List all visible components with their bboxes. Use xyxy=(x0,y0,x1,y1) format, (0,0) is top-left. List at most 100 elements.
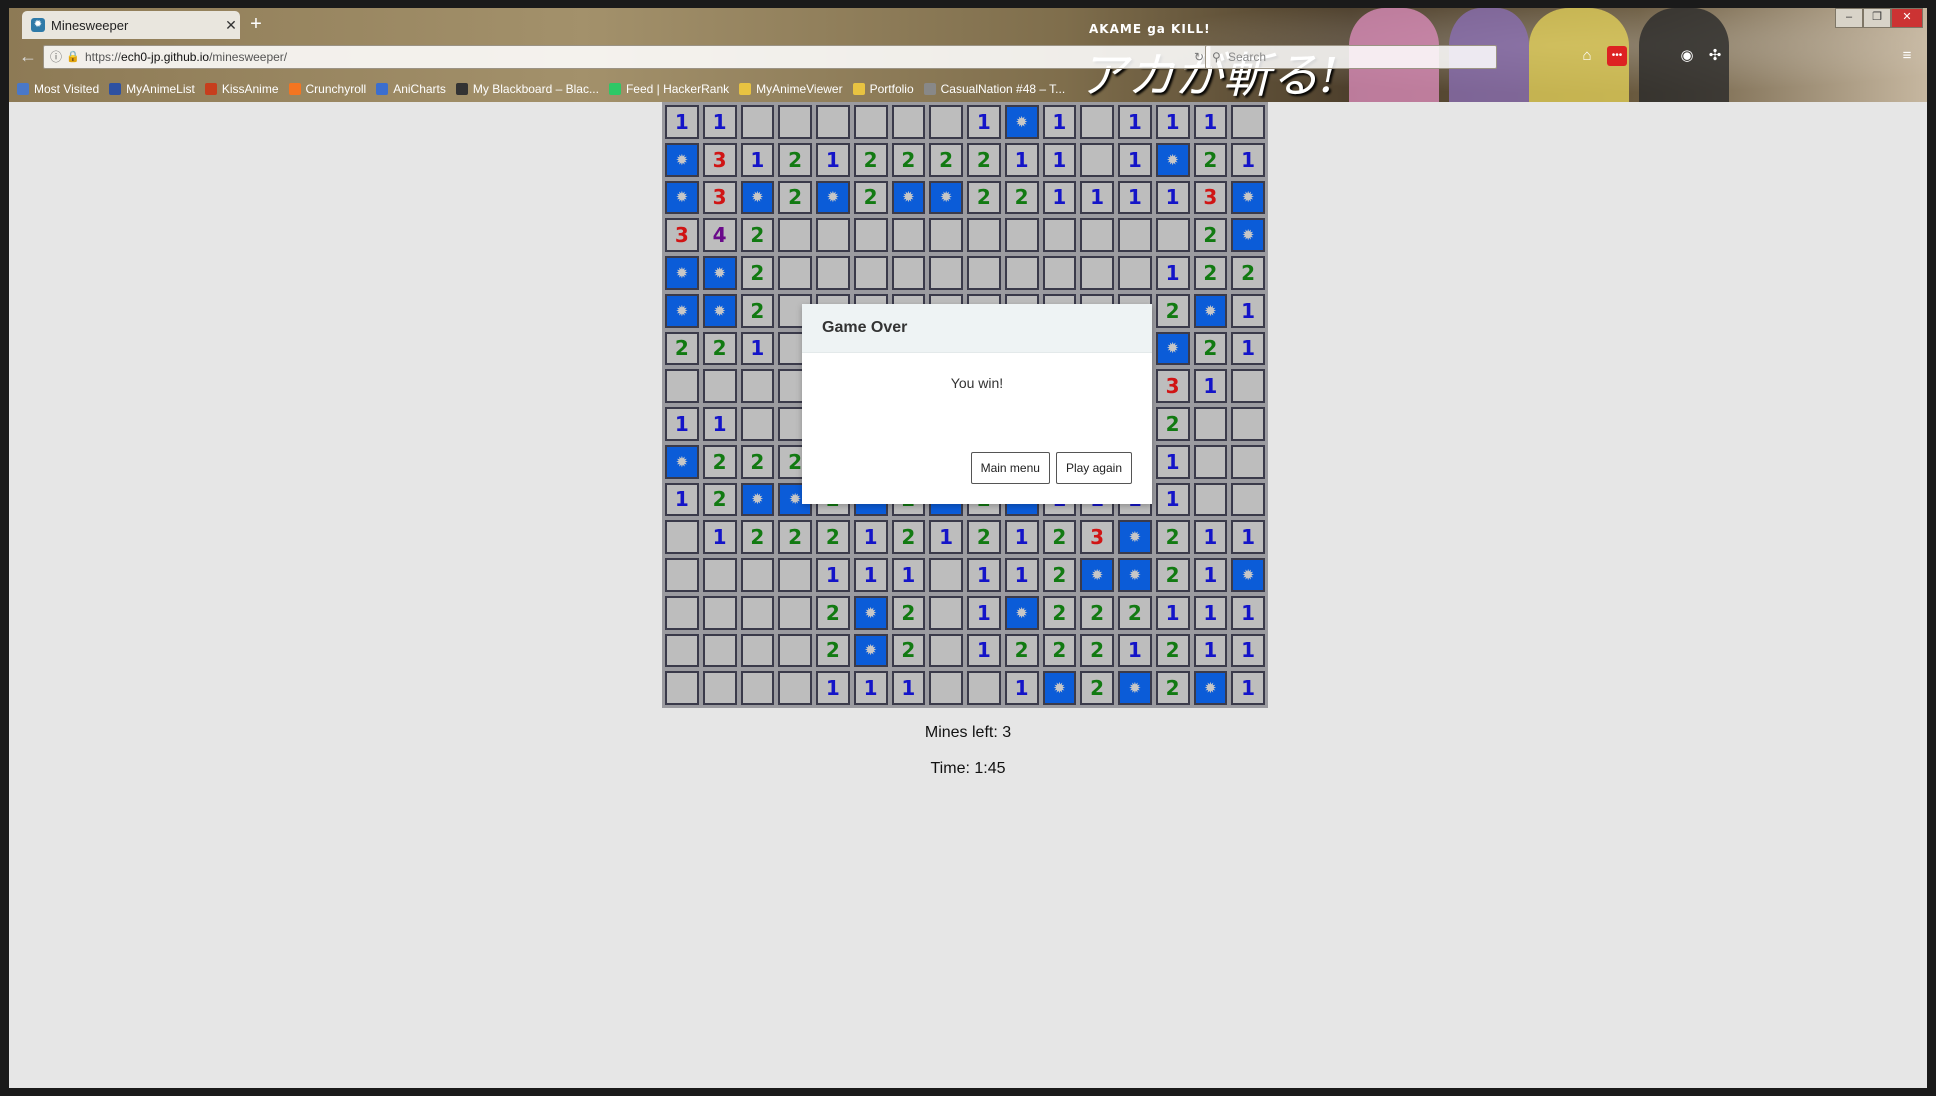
bookmark-item[interactable]: Crunchyroll xyxy=(288,82,366,96)
empty-cell[interactable] xyxy=(816,218,850,252)
number-cell[interactable]: 1 xyxy=(853,671,888,705)
number-cell[interactable]: 2 xyxy=(1155,407,1190,441)
number-cell[interactable]: 1 xyxy=(702,520,737,554)
number-cell[interactable]: 4 xyxy=(702,218,737,252)
empty-cell[interactable] xyxy=(929,558,963,592)
close-window-button[interactable]: ✕ xyxy=(1891,8,1923,28)
mine-cell[interactable] xyxy=(702,293,737,328)
number-cell[interactable]: 1 xyxy=(665,482,699,517)
puzzle-icon[interactable]: ✣ xyxy=(1705,46,1725,66)
empty-cell[interactable] xyxy=(1231,369,1265,403)
number-cell[interactable]: 1 xyxy=(891,671,926,705)
number-cell[interactable]: 2 xyxy=(1042,520,1077,554)
number-cell[interactable]: 3 xyxy=(702,142,737,177)
mine-cell[interactable] xyxy=(740,482,775,517)
empty-cell[interactable] xyxy=(778,671,812,705)
empty-cell[interactable] xyxy=(1193,444,1228,479)
number-cell[interactable]: 1 xyxy=(1193,558,1228,592)
play-again-button[interactable]: Play again xyxy=(1055,452,1132,484)
bookmark-item[interactable]: Portfolio xyxy=(852,82,914,96)
empty-cell[interactable] xyxy=(1080,142,1114,177)
empty-cell[interactable] xyxy=(1004,256,1039,290)
number-cell[interactable]: 1 xyxy=(1231,633,1265,668)
empty-cell[interactable] xyxy=(740,369,775,403)
empty-cell[interactable] xyxy=(1231,482,1265,517)
mine-cell[interactable] xyxy=(1231,558,1265,592)
empty-cell[interactable] xyxy=(778,558,812,592)
empty-cell[interactable] xyxy=(665,633,699,668)
number-cell[interactable]: 1 xyxy=(853,558,888,592)
empty-cell[interactable] xyxy=(853,105,888,139)
number-cell[interactable]: 1 xyxy=(1042,180,1077,215)
empty-cell[interactable] xyxy=(967,671,1001,705)
number-cell[interactable]: 1 xyxy=(1193,520,1228,554)
mine-cell[interactable] xyxy=(665,142,699,177)
empty-cell[interactable] xyxy=(665,671,699,705)
number-cell[interactable]: 3 xyxy=(1193,180,1228,215)
empty-cell[interactable] xyxy=(778,105,812,139)
mine-cell[interactable] xyxy=(1118,558,1152,592)
mine-cell[interactable] xyxy=(665,256,699,290)
empty-cell[interactable] xyxy=(929,105,963,139)
number-cell[interactable]: 2 xyxy=(778,520,812,554)
mine-cell[interactable] xyxy=(891,180,926,215)
empty-cell[interactable] xyxy=(1193,482,1228,517)
mine-cell[interactable] xyxy=(1193,293,1228,328)
number-cell[interactable]: 1 xyxy=(1193,369,1228,403)
new-tab-button[interactable]: + xyxy=(245,14,267,36)
number-cell[interactable]: 1 xyxy=(1080,180,1114,215)
number-cell[interactable]: 2 xyxy=(1042,595,1077,630)
empty-cell[interactable] xyxy=(1118,218,1152,252)
mine-cell[interactable] xyxy=(929,180,963,215)
number-cell[interactable]: 1 xyxy=(1004,671,1039,705)
number-cell[interactable]: 2 xyxy=(891,633,926,668)
number-cell[interactable]: 1 xyxy=(853,520,888,554)
number-cell[interactable]: 2 xyxy=(1155,520,1190,554)
empty-cell[interactable] xyxy=(778,633,812,668)
empty-cell[interactable] xyxy=(778,595,812,630)
empty-cell[interactable] xyxy=(1118,256,1152,290)
empty-cell[interactable] xyxy=(1004,218,1039,252)
number-cell[interactable]: 2 xyxy=(1004,180,1039,215)
number-cell[interactable]: 2 xyxy=(778,180,812,215)
number-cell[interactable]: 2 xyxy=(1118,595,1152,630)
empty-cell[interactable] xyxy=(929,671,963,705)
empty-cell[interactable] xyxy=(816,256,850,290)
mine-cell[interactable] xyxy=(1193,671,1228,705)
number-cell[interactable]: 2 xyxy=(816,595,850,630)
number-cell[interactable]: 2 xyxy=(1193,331,1228,366)
number-cell[interactable]: 2 xyxy=(891,520,926,554)
reload-icon[interactable]: ↻ xyxy=(1194,46,1204,68)
empty-cell[interactable] xyxy=(665,595,699,630)
number-cell[interactable]: 2 xyxy=(1080,671,1114,705)
number-cell[interactable]: 2 xyxy=(967,520,1001,554)
empty-cell[interactable] xyxy=(891,218,926,252)
number-cell[interactable]: 1 xyxy=(1118,142,1152,177)
mine-cell[interactable] xyxy=(740,180,775,215)
number-cell[interactable]: 2 xyxy=(1155,633,1190,668)
bookmark-item[interactable]: KissAnime xyxy=(204,82,279,96)
empty-cell[interactable] xyxy=(891,105,926,139)
number-cell[interactable]: 1 xyxy=(1155,180,1190,215)
maximize-button[interactable]: ❐ xyxy=(1863,8,1891,28)
empty-cell[interactable] xyxy=(929,633,963,668)
mine-cell[interactable] xyxy=(853,633,888,668)
empty-cell[interactable] xyxy=(702,595,737,630)
mine-cell[interactable] xyxy=(853,595,888,630)
mine-cell[interactable] xyxy=(1231,180,1265,215)
number-cell[interactable]: 2 xyxy=(1080,595,1114,630)
number-cell[interactable]: 1 xyxy=(967,595,1001,630)
mine-cell[interactable] xyxy=(1118,671,1152,705)
number-cell[interactable]: 1 xyxy=(1004,558,1039,592)
number-cell[interactable]: 2 xyxy=(778,142,812,177)
number-cell[interactable]: 2 xyxy=(1193,142,1228,177)
empty-cell[interactable] xyxy=(1231,444,1265,479)
number-cell[interactable]: 1 xyxy=(1231,331,1265,366)
empty-cell[interactable] xyxy=(740,595,775,630)
number-cell[interactable]: 2 xyxy=(702,482,737,517)
number-cell[interactable]: 1 xyxy=(1042,105,1077,139)
number-cell[interactable]: 2 xyxy=(1155,293,1190,328)
empty-cell[interactable] xyxy=(778,256,812,290)
bookmark-item[interactable]: CasualNation #48 – T... xyxy=(923,82,1065,96)
number-cell[interactable]: 1 xyxy=(967,558,1001,592)
